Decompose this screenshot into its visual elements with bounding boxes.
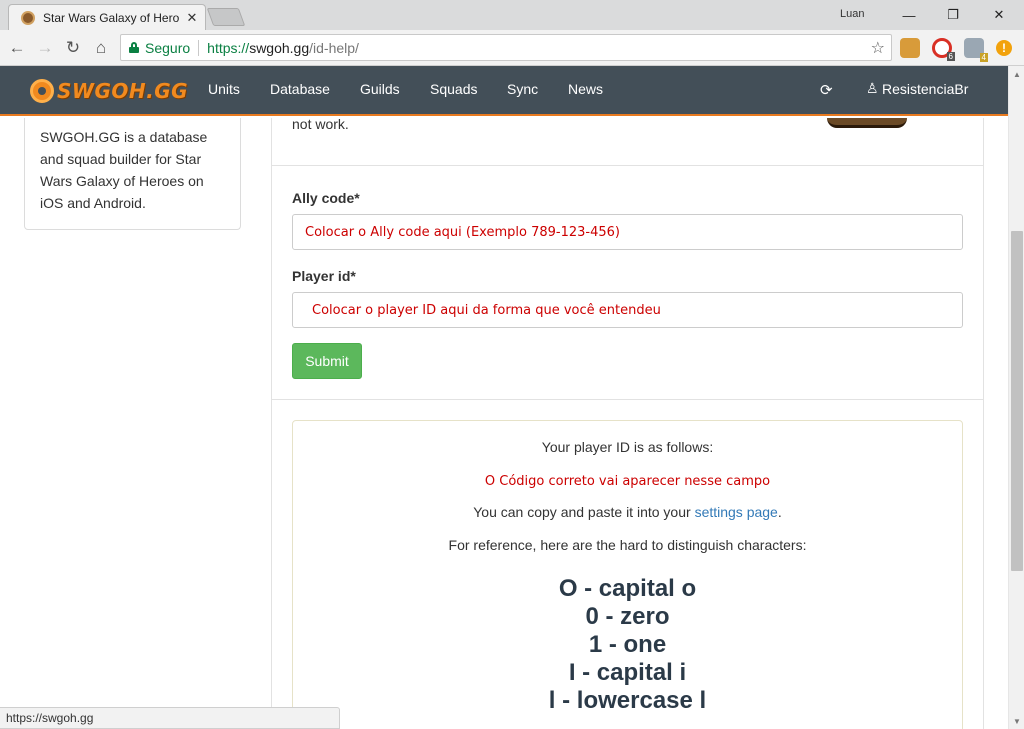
nav-link-sync[interactable]: Sync — [507, 81, 538, 97]
section-divider — [272, 399, 983, 400]
page-scrollbar[interactable]: ▲ ▼ — [1008, 66, 1024, 729]
player-id-label: Player id* — [292, 268, 356, 284]
copy-prefix: You can copy and paste it into your — [473, 504, 695, 520]
url-scheme: https:// — [207, 39, 250, 56]
submit-button[interactable]: Submit — [292, 343, 362, 379]
scrollbar-thumb[interactable] — [1011, 231, 1023, 571]
window-close-icon[interactable]: ✕ — [976, 4, 1022, 26]
player-id-value: Colocar o player ID aqui da forma que vo… — [312, 302, 661, 318]
scroll-up-arrow-icon[interactable]: ▲ — [1009, 66, 1024, 82]
reference-text: For reference, here are the hard to dist… — [448, 537, 807, 553]
secure-label: Seguro — [145, 39, 191, 56]
bookmark-star-icon[interactable]: ☆ — [871, 38, 885, 58]
player-id-input[interactable]: Colocar o player ID aqui da forma que vo… — [292, 292, 963, 328]
ally-code-label: Ally code* — [292, 190, 360, 206]
nav-link-database[interactable]: Database — [270, 81, 330, 97]
minimize-icon[interactable]: — — [886, 4, 932, 26]
char-lowercase-l: l - lowercase l — [548, 687, 707, 714]
main-column: not work. Ally code* Colocar o Ally code… — [271, 118, 984, 729]
tab-close-icon[interactable]: ✕ — [185, 10, 199, 26]
status-bar-url: https://swgoh.gg — [0, 707, 340, 729]
back-arrow-icon[interactable]: ← — [6, 37, 28, 59]
new-tab-button[interactable] — [206, 8, 246, 26]
extension-badge: 4 — [979, 53, 988, 62]
url-path: /id-help/ — [309, 39, 359, 56]
logo-text: SWGOH.GG — [57, 79, 189, 103]
sync-refresh-icon[interactable]: ⟳ — [820, 81, 833, 99]
browser-tabstrip: Star Wars Galaxy of Hero ✕ Luan — ❐ ✕ — [0, 0, 1024, 30]
extension-badge: 6 — [946, 52, 955, 61]
intro-text-tail: not work. — [292, 118, 349, 132]
decorative-image — [827, 118, 907, 128]
nav-link-units[interactable]: Units — [208, 81, 240, 97]
browser-profile-name[interactable]: Luan — [840, 8, 864, 20]
reload-icon[interactable]: ↻ — [62, 37, 84, 59]
tab-title: Star Wars Galaxy of Hero — [43, 10, 180, 25]
browser-toolbar: ← → ↻ ⌂ Seguro https:// swgoh.gg /id-hel… — [0, 30, 1024, 66]
browser-tab[interactable]: Star Wars Galaxy of Hero ✕ — [8, 4, 206, 30]
copy-suffix: . — [777, 504, 782, 520]
char-zero: 0 - zero — [585, 603, 670, 630]
site-logo[interactable]: SWGOH.GG — [30, 77, 188, 105]
omnibox-divider — [198, 39, 200, 56]
scroll-down-arrow-icon[interactable]: ▼ — [1009, 713, 1024, 729]
result-heading: Your player ID is as follows: — [541, 439, 714, 455]
url-host: swgoh.gg — [249, 39, 310, 56]
char-capital-o: O - capital o — [558, 575, 697, 602]
extension-puzzle-icon[interactable]: 4 — [964, 38, 988, 62]
sidebar-about-card: SWGOH.GG is a database and squad builder… — [24, 118, 241, 230]
character-reference-list: O - capital o 0 - zero 1 - one I - capit… — [293, 575, 962, 715]
player-id-result: O Código correto vai aparecer nesse camp… — [484, 474, 771, 489]
nav-link-news[interactable]: News — [568, 81, 603, 97]
char-capital-i: I - capital i — [568, 659, 687, 686]
section-divider — [272, 165, 983, 166]
bb8-logo-icon — [30, 79, 54, 103]
sidebar-description: SWGOH.GG is a database and squad builder… — [40, 129, 208, 211]
nav-link-squads[interactable]: Squads — [430, 81, 477, 97]
restore-icon[interactable]: ❐ — [930, 4, 976, 26]
lock-icon — [129, 42, 139, 53]
extension-basket-icon[interactable] — [900, 38, 920, 58]
account-username[interactable]: ResistenciaBr — [882, 81, 968, 97]
ally-code-value: Colocar o Ally code aqui (Exemplo 789-12… — [305, 224, 620, 240]
result-panel: Your player ID is as follows: O Código c… — [292, 420, 963, 729]
warning-alert-icon[interactable]: ! — [996, 40, 1012, 56]
site-navbar: SWGOH.GG Units Database Guilds Squads Sy… — [0, 66, 1008, 116]
extension-opera-icon[interactable]: 6 — [932, 38, 955, 61]
home-icon[interactable]: ⌂ — [90, 37, 112, 59]
bb8-favicon-icon — [21, 10, 35, 25]
settings-page-link[interactable]: settings page — [695, 504, 778, 520]
user-icon: ♙ — [866, 80, 879, 96]
address-bar[interactable]: Seguro https:// swgoh.gg /id-help/ ☆ — [120, 34, 892, 61]
forward-arrow-icon[interactable]: → — [34, 37, 56, 59]
page-content: SWGOH.GG is a database and squad builder… — [0, 118, 1008, 729]
nav-link-guilds[interactable]: Guilds — [360, 81, 400, 97]
copy-instructions: You can copy and paste it into your sett… — [293, 504, 962, 520]
ally-code-input[interactable]: Colocar o Ally code aqui (Exemplo 789-12… — [292, 214, 963, 250]
char-one: 1 - one — [588, 631, 667, 658]
